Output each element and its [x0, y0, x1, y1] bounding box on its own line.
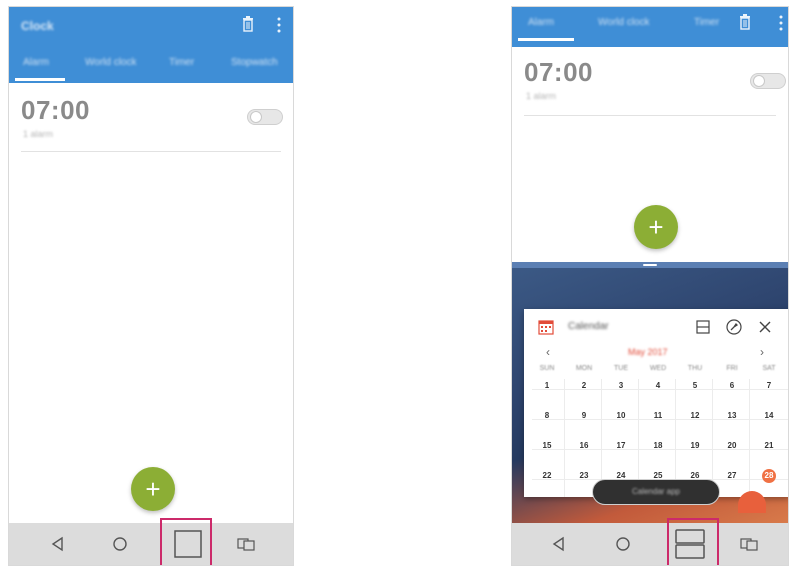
home-icon[interactable]: [109, 534, 131, 554]
calendar-day[interactable]: 21: [758, 441, 780, 450]
alarm-time[interactable]: 07:00: [524, 57, 593, 88]
split-view-icon[interactable]: [696, 320, 710, 334]
weekday-label: THU: [687, 365, 703, 372]
calendar-day[interactable]: 23: [573, 471, 595, 480]
weekday-label: TUE: [614, 365, 628, 372]
calendar-day[interactable]: 7: [758, 381, 780, 390]
tab-world-clock[interactable]: World clock: [85, 57, 137, 68]
calendar-day[interactable]: 5: [684, 381, 706, 390]
calendar-day[interactable]: 9: [573, 411, 595, 420]
calendar-day[interactable]: 16: [573, 441, 595, 450]
tab-timer[interactable]: Timer: [694, 17, 719, 28]
more-options-icon[interactable]: [276, 16, 282, 34]
alarm-repeat: 1 alarm: [23, 129, 54, 139]
tab-stopwatch[interactable]: Stopwatch: [231, 57, 278, 68]
more-options-icon[interactable]: [778, 14, 784, 32]
tab-alarm[interactable]: Alarm: [23, 57, 49, 68]
calendar-day-today[interactable]: 28: [762, 469, 776, 483]
tab-bar: Alarm World clock Timer Stopwatch: [9, 51, 293, 81]
home-icon[interactable]: [612, 534, 634, 554]
alarm-list: 07:00 1 alarm: [9, 83, 293, 523]
phone-right: Alarm World clock Timer 07:00 1 alarm +: [511, 6, 789, 566]
split-divider[interactable]: [512, 262, 788, 268]
app-bar: Alarm World clock Timer: [512, 7, 788, 47]
calendar-day[interactable]: 22: [536, 471, 558, 480]
weekday-label: FRI: [726, 365, 738, 372]
calendar-day[interactable]: 3: [610, 381, 632, 390]
calendar-title: Calendar: [568, 321, 609, 332]
alarm-toggle[interactable]: [750, 73, 786, 89]
calendar-day[interactable]: 20: [721, 441, 743, 450]
alarm-time[interactable]: 07:00: [21, 95, 90, 126]
tab-indicator: [518, 38, 574, 41]
calendar-month: May 2017: [628, 347, 668, 357]
calendar-day[interactable]: 6: [721, 381, 743, 390]
weekday-label: WED: [649, 365, 667, 372]
split-screen-highlight: [667, 518, 719, 565]
pin-icon[interactable]: [726, 319, 742, 335]
calendar-popup: Calendar ‹ May 2017 › SUN MON TUE WED TH…: [524, 309, 788, 497]
weekday-label: SUN: [539, 365, 555, 372]
calendar-day[interactable]: 15: [536, 441, 558, 450]
calendar-day[interactable]: 2: [573, 381, 595, 390]
phone-left: Clock Alarm World clock Timer Stopwatch …: [8, 6, 294, 566]
calendar-day[interactable]: 19: [684, 441, 706, 450]
tab-world-clock[interactable]: World clock: [598, 17, 650, 28]
add-alarm-button[interactable]: +: [131, 467, 175, 511]
alarm-repeat: 1 alarm: [526, 91, 557, 101]
split-handle[interactable]: [643, 264, 657, 266]
calendar-day[interactable]: 13: [721, 411, 743, 420]
calendar-day[interactable]: 14: [758, 411, 780, 420]
add-alarm-button[interactable]: +: [634, 205, 678, 249]
tab-timer[interactable]: Timer: [169, 57, 194, 68]
alarm-toggle[interactable]: [247, 109, 283, 125]
weekday-label: SAT: [762, 365, 776, 372]
tab-indicator: [15, 78, 65, 81]
calendar-day[interactable]: 1: [536, 381, 558, 390]
delete-icon[interactable]: [738, 13, 752, 31]
grid-line: [749, 379, 750, 497]
dual-window-icon[interactable]: [738, 534, 760, 554]
divider: [21, 151, 281, 152]
calendar-day[interactable]: 11: [647, 411, 669, 420]
calendar-day[interactable]: 27: [721, 471, 743, 480]
divider: [524, 115, 776, 116]
calendar-day[interactable]: 17: [610, 441, 632, 450]
delete-icon[interactable]: [241, 15, 255, 33]
calendar-app-icon: [538, 320, 554, 335]
navigation-bar: [9, 523, 293, 565]
tab-alarm[interactable]: Alarm: [528, 17, 554, 28]
calendar-day[interactable]: 12: [684, 411, 706, 420]
calendar-day[interactable]: 10: [610, 411, 632, 420]
floating-bubble[interactable]: [738, 491, 766, 513]
app-title: Clock: [21, 19, 54, 33]
close-icon[interactable]: [758, 320, 772, 334]
toast-message: Calendar app: [592, 479, 720, 505]
back-icon[interactable]: [548, 534, 570, 554]
weekday-label: MON: [575, 365, 593, 372]
calendar-day[interactable]: 8: [536, 411, 558, 420]
grid-line: [564, 379, 565, 497]
dual-window-icon[interactable]: [235, 534, 257, 554]
calendar-day[interactable]: 4: [647, 381, 669, 390]
app-bar: Clock Alarm World clock Timer Stopwatch: [9, 7, 293, 83]
next-month-button[interactable]: ›: [760, 345, 764, 359]
navigation-bar: [512, 523, 788, 565]
back-icon[interactable]: [47, 534, 69, 554]
recents-highlight: [160, 518, 212, 565]
calendar-day[interactable]: 18: [647, 441, 669, 450]
prev-month-button[interactable]: ‹: [546, 345, 550, 359]
